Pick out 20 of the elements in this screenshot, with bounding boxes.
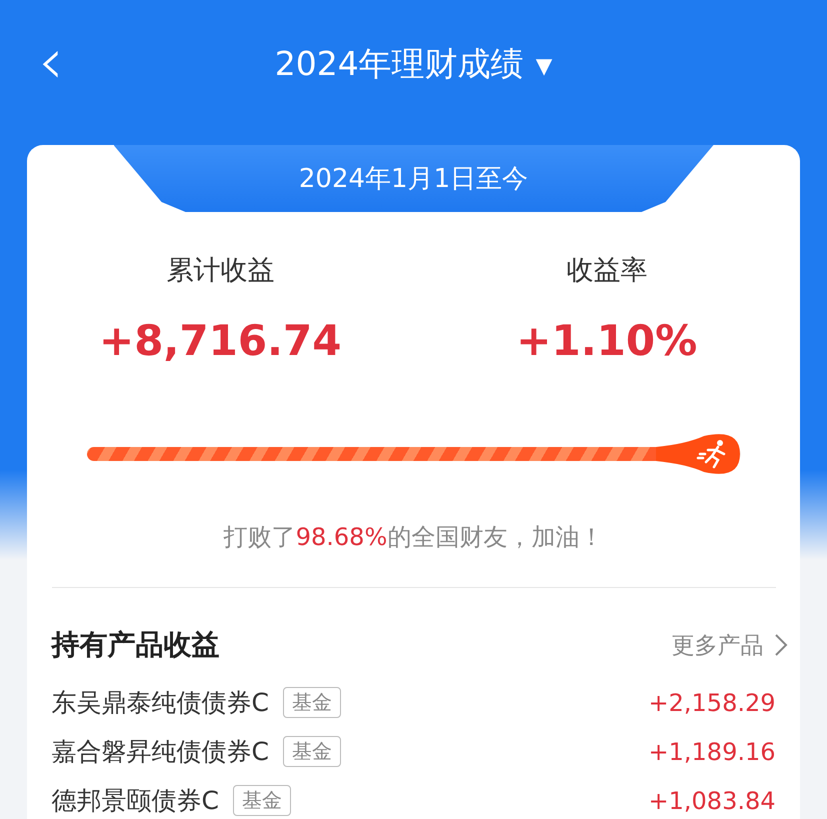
metric-value: +1.10% [516,316,698,365]
fund-tag: 基金 [282,687,341,718]
product-earnings: +1,083.84 [648,786,776,814]
year-selector[interactable]: 2024年理财成绩 ▾ [268,40,558,88]
fund-tag: 基金 [282,736,341,767]
runner-icon [656,432,740,476]
back-button[interactable]: ‹ [30,30,72,94]
product-earnings: +2,158.29 [648,688,776,716]
metric-label: 累计收益 [166,254,274,288]
product-name[interactable]: 嘉合磐昇纯债债券C [52,735,269,768]
ranking-text: 打败了 98.68%的全国财友，加油！ [224,522,604,553]
product-name[interactable]: 东吴鼎泰纯债债券C [52,686,269,719]
section-title: 持有产品收益 [52,627,220,663]
product-name[interactable]: 德邦景颐债券C [52,784,219,817]
metric-label: 收益率 [566,254,648,288]
metric-value: +8,716.74 [99,316,342,365]
chevron-icon [774,633,788,657]
more-products-link[interactable]: 更多产品 [672,630,788,660]
product-earnings: +1,189.16 [648,738,776,766]
fund-tag: 基金 [232,785,291,816]
